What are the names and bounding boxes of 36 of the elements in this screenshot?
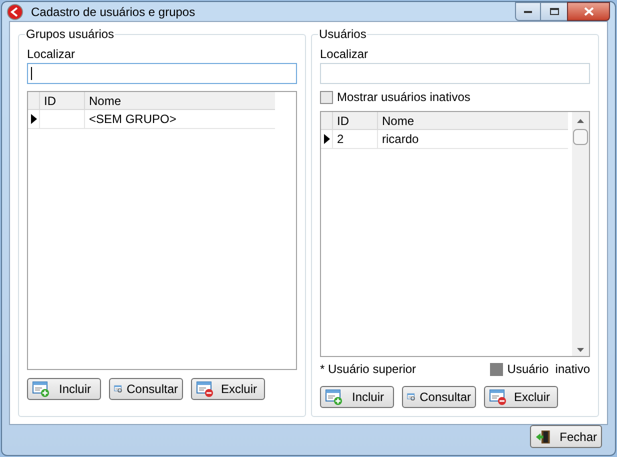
scrollbar[interactable]: [572, 112, 589, 356]
scroll-down-icon[interactable]: [577, 348, 584, 352]
window-title: Cadastro de usuários e grupos: [31, 4, 196, 20]
toolbar-button[interactable]: Excluir: [484, 386, 558, 408]
form-add-icon: [32, 381, 50, 397]
group-title: Usuários: [318, 27, 368, 41]
maximize-button[interactable]: [541, 2, 567, 21]
scroll-thumb[interactable]: [573, 129, 588, 145]
column-header: Nome: [84, 92, 275, 109]
field-label: Localizar: [320, 47, 370, 61]
toolbar-button[interactable]: Incluir: [27, 378, 101, 400]
minimize-button[interactable]: [515, 2, 541, 21]
form-remove-icon: [196, 381, 214, 397]
scroll-up-icon[interactable]: [577, 119, 584, 123]
close-dialog-button[interactable]: Fechar: [530, 425, 602, 448]
legend-label: Usuário inativo: [507, 361, 590, 378]
search-field[interactable]: [27, 63, 297, 84]
toolbar-button[interactable]: Consultar: [402, 386, 476, 408]
column-header: ID: [332, 112, 377, 129]
field-label: Localizar: [27, 47, 76, 61]
table-cell: 2: [332, 130, 377, 148]
form-add-icon: [325, 389, 343, 405]
close-button[interactable]: [567, 2, 610, 21]
close-icon: [584, 7, 594, 16]
exit-door-icon: [535, 428, 552, 444]
group-title: Grupos usuários: [25, 27, 116, 41]
form-remove-icon: [489, 389, 507, 405]
table-cell: <SEM GRUPO>: [84, 110, 275, 128]
toolbar-button[interactable]: Consultar: [109, 378, 183, 400]
column-header: ID: [39, 92, 84, 109]
table-cell: ricardo: [377, 130, 568, 148]
search-field[interactable]: [320, 63, 590, 84]
column-header: Nome: [377, 112, 568, 129]
toolbar-button[interactable]: Excluir: [191, 378, 265, 400]
legend-note: * Usuário superior: [320, 361, 416, 378]
toolbar-button[interactable]: Incluir: [320, 386, 394, 408]
